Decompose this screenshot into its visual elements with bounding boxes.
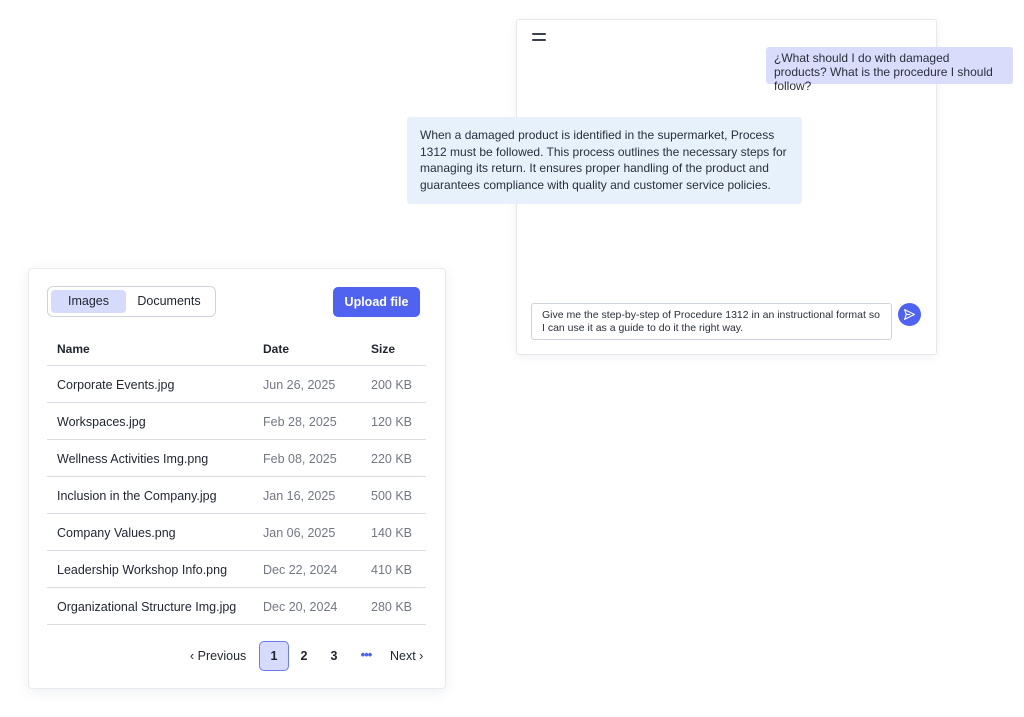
file-date: Dec 20, 2024 <box>263 600 338 614</box>
previous-page-button[interactable]: ‹ Previous <box>190 641 246 671</box>
table-row[interactable]: Corporate Events.jpg Jun 26, 2025 200 KB <box>47 366 426 403</box>
file-date: Feb 28, 2025 <box>263 415 337 429</box>
file-date: Jun 26, 2025 <box>263 378 336 392</box>
file-date: Dec 22, 2024 <box>263 563 338 577</box>
table-row[interactable]: Organizational Structure Img.jpg Dec 20,… <box>47 588 426 625</box>
file-name: Leadership Workshop Info.png <box>57 563 228 577</box>
file-size: 280 KB <box>371 600 413 614</box>
file-name: Workspaces.jpg <box>57 415 146 429</box>
file-date: Jan 06, 2025 <box>263 526 336 540</box>
file-type-toggle: Images Documents <box>47 286 216 317</box>
page-button[interactable]: 3 <box>324 641 344 671</box>
table-row[interactable]: Leadership Workshop Info.png Dec 22, 202… <box>47 551 426 588</box>
page-button-current[interactable]: 1 <box>259 641 289 671</box>
send-button[interactable] <box>898 303 921 326</box>
table-row[interactable]: Inclusion in the Company.jpg Jan 16, 202… <box>47 477 426 514</box>
file-size: 220 KB <box>371 452 413 466</box>
tab-images[interactable]: Images <box>51 290 126 313</box>
file-size: 140 KB <box>371 526 413 540</box>
column-header-date[interactable]: Date <box>263 342 289 356</box>
chat-message-input[interactable]: Give me the step-by-step of Procedure 13… <box>531 303 892 340</box>
more-pages-icon[interactable]: ••• <box>356 641 376 671</box>
chevron-right-icon: › <box>415 649 424 663</box>
upload-file-button[interactable]: Upload file <box>333 287 420 317</box>
user-message: ¿What should I do with damaged products?… <box>766 47 1013 93</box>
previous-label: Previous <box>197 649 247 663</box>
table-header: Name Date Size <box>47 330 426 366</box>
assistant-message: When a damaged product is identified in … <box>407 117 802 204</box>
file-name: Company Values.png <box>57 526 176 540</box>
send-icon <box>904 309 915 320</box>
next-label: Next <box>390 649 416 663</box>
file-size: 120 KB <box>371 415 413 429</box>
file-name: Organizational Structure Img.jpg <box>57 600 237 614</box>
column-header-name[interactable]: Name <box>57 342 90 356</box>
chevron-left-icon: ‹ <box>190 649 198 663</box>
column-header-size[interactable]: Size <box>371 342 395 356</box>
file-size: 200 KB <box>371 378 413 392</box>
file-date: Feb 08, 2025 <box>263 452 337 466</box>
file-size: 410 KB <box>371 563 413 577</box>
file-size: 500 KB <box>371 489 413 503</box>
file-name: Inclusion in the Company.jpg <box>57 489 217 503</box>
file-name: Corporate Events.jpg <box>57 378 175 392</box>
table-row[interactable]: Company Values.png Jan 06, 2025 140 KB <box>47 514 426 551</box>
tab-documents[interactable]: Documents <box>128 290 210 313</box>
page-button[interactable]: 2 <box>294 641 314 671</box>
file-name: Wellness Activities Img.png <box>57 452 209 466</box>
file-date: Jan 16, 2025 <box>263 489 336 503</box>
table-row[interactable]: Wellness Activities Img.png Feb 08, 2025… <box>47 440 426 477</box>
table-row[interactable]: Workspaces.jpg Feb 28, 2025 120 KB <box>47 403 426 440</box>
menu-icon[interactable] <box>532 33 546 45</box>
next-page-button[interactable]: Next › <box>390 641 423 671</box>
